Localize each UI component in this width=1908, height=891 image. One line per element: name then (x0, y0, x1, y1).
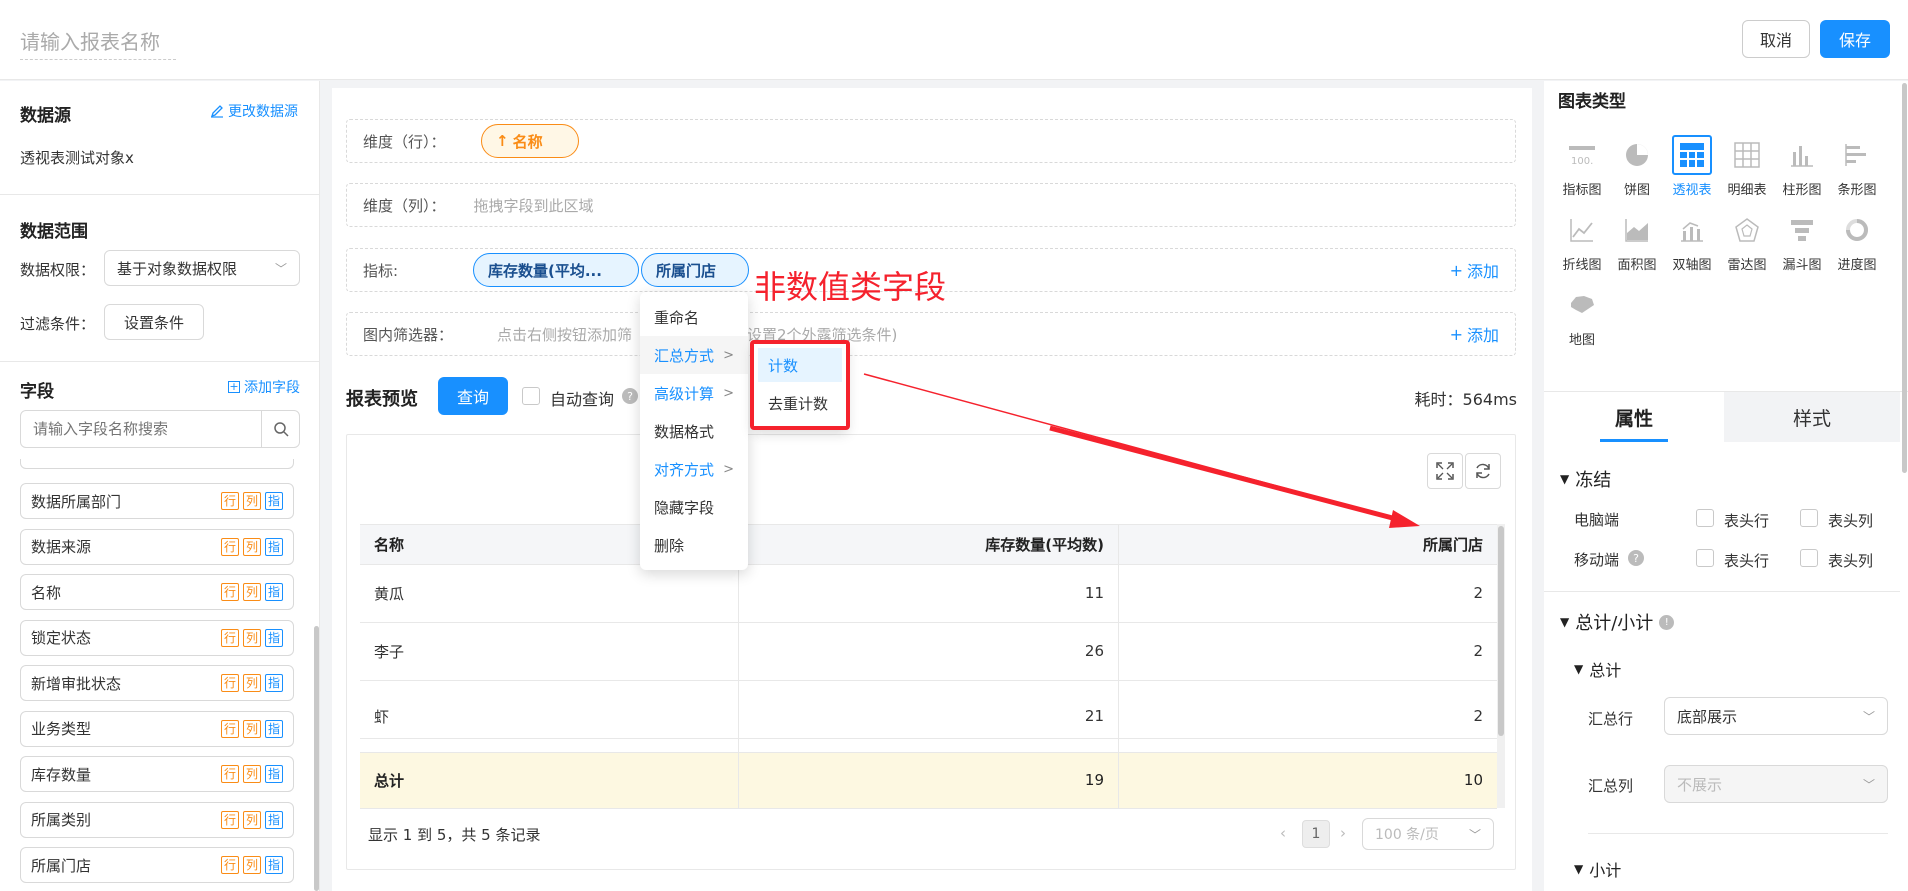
chart-type-label: 柱形图 (1782, 183, 1822, 198)
caret-down-icon: ▼ (1560, 615, 1570, 629)
total-col-label: 汇总列 (1588, 777, 1634, 795)
field-context-menu: 重命名 汇总方式 > 高级计算 > 数据格式 对齐方式 > 隐藏字段 删除 (640, 292, 748, 570)
chart-type-progress-chart[interactable]: 进度图 (1829, 210, 1885, 273)
mobile-label: 移动端 (1574, 551, 1620, 569)
freeze-section[interactable]: ▼ 冻结 (1560, 466, 1611, 492)
bar-chart-icon (1837, 135, 1877, 175)
active-tab-indicator (1600, 439, 1668, 442)
map-chart-icon (1562, 285, 1602, 325)
chevron-down-icon: ﹀ (1862, 777, 1875, 792)
menu-rename-label: 重命名 (654, 308, 700, 327)
chart-type-label: 饼图 (1623, 183, 1650, 198)
menu-delete[interactable]: 删除 (640, 526, 748, 564)
caret-down-icon: ▼ (1560, 472, 1570, 486)
desktop-header-col-label: 表头列 (1828, 512, 1874, 530)
chart-type-label: 折线图 (1562, 258, 1602, 273)
chart-type-pivot-table[interactable]: 透视表 (1664, 135, 1720, 198)
pie-chart-icon (1617, 135, 1657, 175)
line-chart-icon (1562, 210, 1602, 250)
chart-type-metric-chart[interactable]: 100. 指标图 (1554, 135, 1610, 198)
divider (1544, 591, 1900, 592)
svg-text:100.: 100. (1571, 156, 1593, 167)
dual-axis-chart-icon (1672, 210, 1712, 250)
chart-type-label: 明细表 (1727, 183, 1767, 198)
tab-properties[interactable]: 属性 (1544, 392, 1724, 442)
chart-type-column-chart[interactable]: 柱形图 (1774, 135, 1830, 198)
detail-table-icon (1727, 135, 1767, 175)
menu-alignment-label: 对齐方式 (654, 460, 715, 479)
desktop-header-row-checkbox[interactable] (1696, 509, 1714, 527)
chart-type-label: 雷达图 (1727, 258, 1767, 273)
chart-type-dual-axis-chart[interactable]: 双轴图 (1664, 210, 1720, 273)
total-row-label: 汇总行 (1588, 710, 1634, 728)
total-subtotal-title: 总计/小计 (1575, 613, 1654, 634)
area-chart-icon (1617, 210, 1657, 250)
desktop-label: 电脑端 (1574, 511, 1620, 529)
desktop-header-col-checkbox[interactable] (1800, 509, 1818, 527)
menu-aggregation-label: 汇总方式 (654, 346, 715, 365)
menu-rename[interactable]: 重命名 (640, 298, 748, 336)
menu-delete-label: 删除 (654, 536, 685, 555)
chevron-down-icon: ﹀ (1862, 709, 1875, 724)
chart-type-detail-table[interactable]: 明细表 (1719, 135, 1775, 198)
column-chart-icon (1782, 135, 1822, 175)
chart-type-funnel-chart[interactable]: 漏斗图 (1774, 210, 1830, 273)
total-title: 总计 (1589, 661, 1622, 680)
chart-type-bar-chart[interactable]: 条形图 (1829, 135, 1885, 198)
chart-type-label: 进度图 (1837, 258, 1877, 273)
radar-chart-icon (1727, 210, 1767, 250)
metric-chart-icon: 100. (1562, 135, 1602, 175)
menu-data-format-label: 数据格式 (654, 422, 715, 441)
chart-type-label: 漏斗图 (1782, 258, 1822, 273)
chart-type-label: 透视表 (1672, 183, 1712, 198)
chart-type-radar-chart[interactable]: 雷达图 (1719, 210, 1775, 273)
chart-type-label: 面积图 (1617, 258, 1657, 273)
chart-type-title: 图表类型 (1558, 92, 1626, 112)
chart-type-line-chart[interactable]: 折线图 (1554, 210, 1610, 273)
total-col-select[interactable]: 不展示 ﹀ (1664, 765, 1888, 803)
divider (1588, 833, 1888, 834)
chart-type-label: 指标图 (1562, 183, 1602, 198)
menu-advanced-calc[interactable]: 高级计算 > (640, 374, 748, 412)
caret-down-icon: ▼ (1574, 662, 1584, 676)
total-row-value: 底部展示 (1677, 707, 1738, 726)
chart-type-area-chart[interactable]: 面积图 (1609, 210, 1665, 273)
chart-type-label: 双轴图 (1672, 258, 1712, 273)
chart-type-pie-chart[interactable]: 饼图 (1609, 135, 1665, 198)
subtotal-section[interactable]: ▼ 小计 (1574, 857, 1621, 881)
chevron-right-icon: > (723, 385, 734, 401)
annotation-highlight-box (750, 340, 850, 430)
menu-hide-field[interactable]: 隐藏字段 (640, 488, 748, 526)
chart-type-label: 条形图 (1837, 183, 1877, 198)
chevron-right-icon: > (723, 347, 734, 363)
mobile-header-col-label: 表头列 (1828, 552, 1874, 570)
mobile-header-row-label: 表头行 (1724, 552, 1770, 570)
right-panel: 图表类型 100. 指标图 饼图 透视表 明细表 柱形图 条形图折线图 面积图 双轴图 雷达图 漏斗… (1544, 81, 1908, 891)
subtotal-title: 小计 (1589, 861, 1622, 880)
chart-type-map-chart[interactable]: 地图 (1554, 285, 1610, 348)
freeze-title: 冻结 (1575, 470, 1612, 491)
desktop-header-row-label: 表头行 (1724, 512, 1770, 530)
total-col-value: 不展示 (1677, 775, 1723, 794)
info-icon: ! (1659, 614, 1675, 630)
menu-hide-field-label: 隐藏字段 (654, 498, 715, 517)
total-subtotal-section[interactable]: ▼ 总计/小计 ! (1560, 609, 1675, 635)
pivot-table-icon (1672, 135, 1712, 175)
menu-alignment[interactable]: 对齐方式 > (640, 450, 748, 488)
right-panel-scrollbar[interactable] (1902, 83, 1907, 473)
menu-advanced-calc-label: 高级计算 (654, 384, 715, 403)
funnel-chart-icon (1782, 210, 1822, 250)
mobile-header-row-checkbox[interactable] (1696, 549, 1714, 567)
chevron-right-icon: > (723, 461, 734, 477)
menu-data-format[interactable]: 数据格式 (640, 412, 748, 450)
menu-aggregation[interactable]: 汇总方式 > (640, 336, 748, 374)
mobile-header-col-checkbox[interactable] (1800, 549, 1818, 567)
progress-chart-icon (1837, 210, 1877, 250)
help-icon[interactable]: ? (1628, 550, 1644, 566)
caret-down-icon: ▼ (1574, 862, 1584, 876)
total-section[interactable]: ▼ 总计 (1574, 657, 1621, 681)
total-row-select[interactable]: 底部展示 ﹀ (1664, 697, 1888, 735)
chart-type-label: 地图 (1568, 333, 1595, 348)
tab-style[interactable]: 样式 (1724, 392, 1900, 442)
